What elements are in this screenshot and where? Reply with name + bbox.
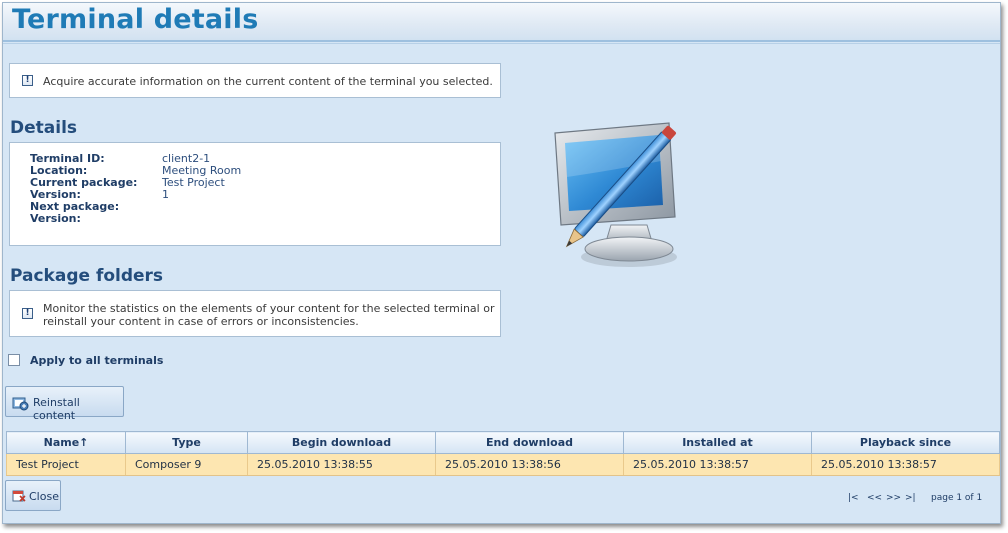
column-header-end-download[interactable]: End download xyxy=(435,431,624,454)
cell-type: Composer 9 xyxy=(125,453,248,476)
column-header-name[interactable]: Name↑ xyxy=(6,431,126,454)
terminal-edit-icon xyxy=(554,122,677,267)
close-label: Close xyxy=(29,490,59,503)
reinstall-icon xyxy=(12,397,29,411)
apply-all-terminals-label: Apply to all terminals xyxy=(30,354,164,367)
package-folders-info-line2: reinstall your content in case of errors… xyxy=(43,315,359,328)
table-row[interactable]: Test Project Composer 9 25.05.2010 13:38… xyxy=(6,453,1000,476)
details-heading: Details xyxy=(10,118,78,138)
table-header-row: Name↑ Type Begin download End download I… xyxy=(6,431,1000,454)
intro-info-box: ! Acquire accurate information on the cu… xyxy=(9,63,501,98)
column-header-installed-at[interactable]: Installed at xyxy=(623,431,812,454)
column-header-type[interactable]: Type xyxy=(125,431,248,454)
package-table: Name↑ Type Begin download End download I… xyxy=(6,431,1000,476)
cell-end-download: 25.05.2010 13:38:56 xyxy=(435,453,624,476)
cell-playback-since: 25.05.2010 13:38:57 xyxy=(811,453,1000,476)
pager-next-link[interactable]: >> xyxy=(886,493,901,503)
package-folders-info-box: ! Monitor the statistics on the elements… xyxy=(9,290,501,337)
next-version-label: Version: xyxy=(30,212,81,225)
info-icon: ! xyxy=(22,308,33,319)
cell-name: Test Project xyxy=(6,453,126,476)
close-icon xyxy=(12,490,26,502)
title-bar: Terminal details xyxy=(3,3,1000,42)
current-package-value: Test Project xyxy=(162,176,225,189)
reinstall-content-button[interactable]: Reinstall content xyxy=(5,386,124,422)
intro-info-text: Acquire accurate information on the curr… xyxy=(43,75,493,88)
pager-first-link[interactable]: |< xyxy=(848,493,859,503)
title-divider xyxy=(3,43,1000,44)
info-icon: ! xyxy=(22,75,33,86)
pager-prev-link[interactable]: << xyxy=(867,493,882,503)
version-value: 1 xyxy=(162,188,169,201)
reinstall-content-label: Reinstall content xyxy=(33,396,80,422)
terminal-details-window: Terminal details ! Acquire accurate info… xyxy=(2,2,1001,524)
page-indicator: page 1 of 1 xyxy=(931,493,983,503)
package-folders-info-line1: Monitor the statistics on the elements o… xyxy=(43,302,495,315)
page-title: Terminal details xyxy=(12,4,259,35)
pager-last-link[interactable]: >| xyxy=(905,493,916,503)
apply-all-terminals-checkbox[interactable] xyxy=(8,354,20,366)
column-header-begin-download[interactable]: Begin download xyxy=(247,431,436,454)
column-header-playback-since[interactable]: Playback since xyxy=(811,431,1000,454)
cell-installed-at: 25.05.2010 13:38:57 xyxy=(623,453,812,476)
cell-begin-download: 25.05.2010 13:38:55 xyxy=(247,453,436,476)
package-folders-heading: Package folders xyxy=(10,266,164,286)
close-button[interactable]: Close xyxy=(5,480,61,511)
